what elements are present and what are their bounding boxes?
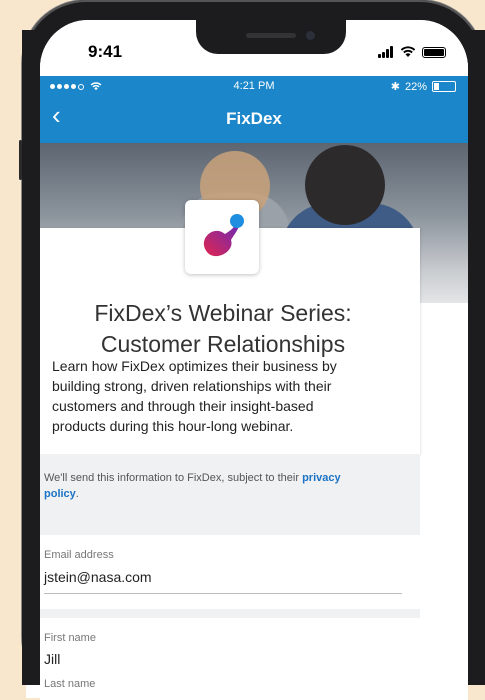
event-title-line: FixDex’s Webinar Series:: [94, 300, 352, 326]
app-status-bar: 4:21 PM ✱ 22%: [40, 76, 468, 98]
cellular-signal-icon: [378, 46, 394, 58]
phone-notch: [196, 20, 346, 54]
app-status-right: ✱ 22%: [391, 80, 456, 93]
notice-text: We'll send this information to FixDex, s…: [44, 472, 303, 484]
front-camera: [306, 31, 315, 40]
description-line: Learn how FixDex optimizes their busines…: [52, 358, 337, 374]
email-field-card: Email address jstein@nasa.com: [26, 535, 420, 609]
email-underline: [44, 593, 402, 594]
first-name-field[interactable]: Jill: [44, 651, 60, 667]
phone-bezel-right: [468, 30, 485, 685]
email-label: Email address: [44, 549, 114, 561]
ios-status-bar: 9:41: [40, 20, 468, 76]
event-title: FixDex’s Webinar Series: Customer Relati…: [26, 298, 420, 360]
description-line: products during this hour-long webinar.: [52, 418, 294, 434]
wifi-icon: [400, 46, 416, 57]
fixdex-logo-icon: [203, 214, 244, 257]
email-field[interactable]: jstein@nasa.com: [44, 569, 152, 585]
name-field-card: First name Jill Last name: [26, 618, 420, 698]
battery-icon: [422, 47, 446, 58]
description-line: building strong, driven relationships wi…: [52, 378, 332, 394]
phone-bezel-left: [22, 30, 40, 685]
notice-period: .: [75, 488, 79, 500]
privacy-notice: We'll send this information to FixDex, s…: [44, 470, 414, 502]
ios-status-icons: [378, 44, 446, 58]
app-header: 4:21 PM ✱ 22% ‹ FixDex: [40, 76, 468, 143]
battery-percent: 22%: [404, 80, 427, 93]
hero-person-right-head: [305, 145, 385, 225]
bluetooth-icon: ✱: [390, 81, 400, 93]
event-description: Learn how FixDex optimizes their busines…: [52, 356, 402, 436]
speaker-grill: [246, 33, 296, 38]
ios-clock: 9:41: [88, 42, 123, 61]
first-name-label: First name: [44, 632, 96, 644]
description-line: customers and through their insight-base…: [52, 398, 314, 414]
company-logo: [185, 200, 259, 274]
last-name-label: Last name: [44, 678, 96, 690]
page-title: FixDex: [226, 109, 282, 128]
app-battery-icon: [432, 81, 456, 92]
